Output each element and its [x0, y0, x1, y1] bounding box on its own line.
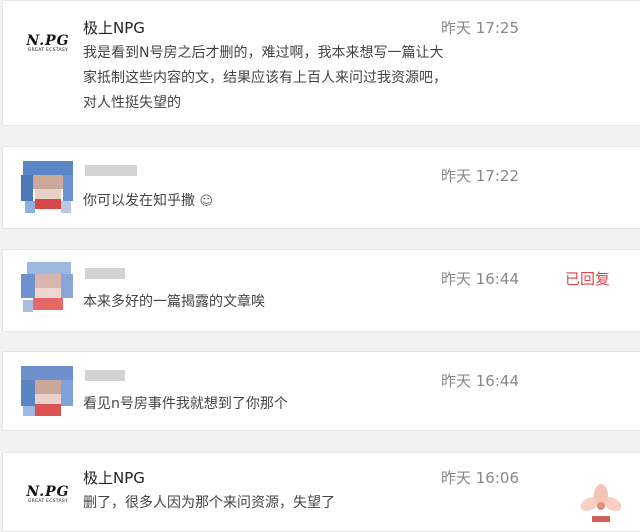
logo-subtext: GREAT ECSTASY: [27, 499, 69, 504]
comment-text: 我是看到N号房之后才删的，难过啊，我本来想写一篇让大家抵制这些内容的文，结果应该…: [83, 45, 447, 111]
blurred-avatar[interactable]: [21, 262, 73, 314]
smile-emoji-icon: ☺: [199, 194, 214, 209]
replied-tag: 已回复: [565, 270, 611, 288]
comment-text: 你可以发在知乎撒 ☺: [83, 189, 453, 214]
blurred-avatar[interactable]: [21, 161, 73, 213]
comment-text: 看见n号房事件我就想到了你那个: [83, 396, 288, 412]
flower-watermark-icon: [580, 484, 622, 522]
blurred-username[interactable]: [85, 370, 125, 381]
author-name[interactable]: 极上NPG: [83, 17, 145, 38]
comment-time: 昨天 16:44: [441, 372, 519, 390]
comment-text: 删了，很多人因为那个来问资源，失望了: [83, 495, 335, 511]
comment-card: 昨天 16:44 已回复 本来多好的一篇揭露的文章唉: [2, 249, 640, 332]
comment-time: 昨天 17:22: [441, 167, 519, 185]
logo-subtext: GREAT ECSTASY: [27, 48, 69, 53]
comment-card: 昨天 17:22 你可以发在知乎撒 ☺: [2, 146, 640, 229]
blurred-username[interactable]: [85, 268, 125, 279]
comment-text-content: 你可以发在知乎撒: [83, 193, 195, 209]
npg-logo[interactable]: N.PG GREAT ECSTASY: [25, 480, 71, 510]
logo-text: N.PG: [26, 484, 70, 500]
comment-card: 昨天 16:44 看见n号房事件我就想到了你那个: [2, 351, 640, 431]
logo-text: N.PG: [26, 33, 70, 49]
comment-time: 昨天 16:44: [441, 270, 519, 288]
blurred-username[interactable]: [85, 165, 137, 176]
npg-logo[interactable]: N.PG GREAT ECSTASY: [25, 29, 71, 59]
comment-card: N.PG GREAT ECSTASY 极上NPG 昨天 17:25 我是看到N号…: [2, 0, 640, 126]
comment-text: 本来多好的一篇揭露的文章唉: [83, 294, 265, 310]
author-name[interactable]: 极上NPG: [83, 467, 145, 488]
blurred-avatar[interactable]: [21, 366, 73, 418]
comment-time: 昨天 17:25: [441, 19, 519, 37]
comment-time: 昨天 16:06: [441, 469, 519, 487]
comment-card: N.PG GREAT ECSTASY 极上NPG 昨天 16:06 删了，很多人…: [2, 452, 640, 532]
